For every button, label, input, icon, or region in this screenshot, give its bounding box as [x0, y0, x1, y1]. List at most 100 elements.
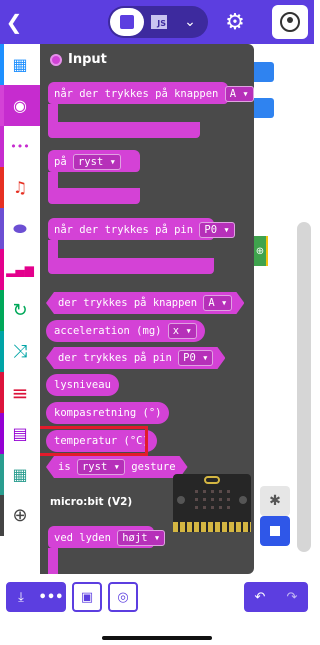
- stop-button[interactable]: [260, 516, 290, 546]
- led: [211, 506, 214, 509]
- section-header: micro:bit (V2): [50, 496, 133, 508]
- bottom-toolbar: ⤓ ••• ▣ ◎ ↶ ↷: [0, 580, 314, 645]
- category-led[interactable]: •••: [0, 126, 40, 167]
- category-arrays[interactable]: ▦: [0, 454, 40, 495]
- axis-dropdown[interactable]: x: [167, 323, 197, 339]
- stop-icon: [270, 526, 280, 536]
- block-body: [48, 104, 58, 122]
- category-input[interactable]: ◉: [0, 85, 40, 126]
- category-toggle[interactable]: ⬬: [0, 208, 40, 249]
- list-icon: ≡: [11, 380, 29, 405]
- block-on-button-pressed[interactable]: når der trykkes på knappen A: [48, 82, 254, 104]
- block-acceleration[interactable]: acceleration (mg) x: [46, 320, 205, 342]
- gesture-dropdown[interactable]: ryst: [72, 154, 121, 170]
- block-button-is-pressed[interactable]: der trykkes på knappen A: [46, 292, 244, 314]
- block-body: [48, 172, 58, 188]
- workspace-scrollbar[interactable]: [297, 222, 311, 552]
- block-footer: [48, 122, 200, 138]
- category-music[interactable]: ♫: [0, 167, 40, 208]
- sim-button-a[interactable]: [177, 496, 185, 504]
- category-logic[interactable]: ⤨: [0, 331, 40, 372]
- shuffle-icon: ⤨: [12, 340, 28, 362]
- pin-dropdown[interactable]: P0: [199, 222, 235, 238]
- header-bar: ❮ JS ⌄ ⚙: [0, 0, 314, 44]
- home-indicator: [102, 636, 212, 640]
- block-label: ved lyden: [54, 532, 111, 544]
- chevron-down-icon[interactable]: ⌄: [180, 11, 200, 33]
- led: [227, 498, 230, 501]
- block-label: der trykkes på knappen: [58, 297, 198, 309]
- block-label: der trykkes på pin: [58, 352, 172, 364]
- highlight-box: [40, 426, 148, 456]
- block-label: acceleration (mg): [54, 325, 162, 337]
- block-label: is: [58, 461, 71, 473]
- user-button[interactable]: [272, 5, 308, 39]
- microbit-simulator[interactable]: [173, 474, 251, 532]
- flyout-title: Input: [50, 52, 107, 67]
- category-variables[interactable]: ≡: [0, 372, 40, 413]
- plus-circle-icon: ⊕: [12, 504, 28, 526]
- download-button[interactable]: ⤓: [6, 582, 36, 612]
- block-footer: [48, 188, 140, 204]
- workspace-block-collapsed[interactable]: ⊕: [254, 236, 268, 266]
- led: [219, 498, 222, 501]
- block-label: lysniveau: [54, 379, 111, 391]
- more-button[interactable]: •••: [36, 582, 66, 612]
- block-pin-is-pressed[interactable]: der trykkes på pin P0: [46, 347, 225, 369]
- block-footer: [48, 258, 214, 274]
- block-light-level[interactable]: lysniveau: [46, 374, 119, 396]
- block-label: når der trykkes på knappen: [54, 88, 219, 100]
- github-button[interactable]: ◎: [108, 582, 138, 612]
- sound-dropdown[interactable]: højt: [117, 530, 166, 546]
- block-on-pin-pressed[interactable]: når der trykkes på pin P0: [48, 218, 235, 240]
- redo-icon: ↷: [286, 589, 298, 605]
- undo-icon: ↶: [254, 589, 266, 605]
- led: [203, 506, 206, 509]
- block-body: [48, 240, 58, 258]
- gear-icon[interactable]: ⚙: [222, 9, 248, 35]
- led: [227, 506, 230, 509]
- led: [211, 490, 214, 493]
- download-icon: ⤓: [18, 589, 24, 605]
- undo-button[interactable]: ↶: [244, 582, 276, 612]
- block-label: på: [54, 156, 67, 168]
- toggle-icon: ⬬: [13, 218, 27, 238]
- blocks-icon: [120, 15, 134, 29]
- category-math[interactable]: ▤: [0, 413, 40, 454]
- redo-button[interactable]: ↷: [276, 582, 308, 612]
- workspace-block-edge: [254, 98, 274, 118]
- sim-button-b[interactable]: [239, 496, 247, 504]
- javascript-editor-button[interactable]: JS: [151, 15, 167, 29]
- headphones-icon: ♫: [12, 177, 28, 197]
- block-label: kompasretning (°): [54, 407, 162, 419]
- blocks-editor-button[interactable]: [110, 8, 144, 36]
- led: [219, 490, 222, 493]
- button-dropdown[interactable]: A: [203, 295, 232, 311]
- category-radio[interactable]: ▂▄▆: [0, 249, 40, 290]
- gesture-dropdown[interactable]: ryst: [77, 459, 125, 475]
- toolbox-categories: ▦ ◉ ••• ♫ ⬬ ▂▄▆ ↻ ⤨ ≡ ▤ ▦ ⊕ ⌄: [0, 44, 40, 617]
- block-compass-heading[interactable]: kompasretning (°): [46, 402, 170, 424]
- block-is-gesture[interactable]: is ryst gesture: [46, 456, 188, 478]
- block-body: [48, 548, 58, 574]
- save-button[interactable]: ▣: [72, 582, 102, 612]
- led: [211, 498, 214, 501]
- led: [195, 498, 198, 501]
- block-on-sound[interactable]: ved lyden højt: [48, 526, 166, 548]
- button-dropdown[interactable]: A: [224, 86, 254, 102]
- bug-icon[interactable]: ✱: [260, 486, 290, 516]
- led: [227, 490, 230, 493]
- save-icon: ▣: [80, 589, 94, 605]
- category-extensions[interactable]: ⊕: [0, 495, 40, 536]
- table-icon: ▦: [12, 464, 28, 484]
- microsoft-logo-icon[interactable]: [36, 11, 58, 33]
- category-basic[interactable]: ▦: [0, 44, 40, 85]
- category-loops[interactable]: ↻: [0, 290, 40, 331]
- led: [195, 506, 198, 509]
- block-on-gesture[interactable]: på ryst: [48, 150, 140, 172]
- pin-dropdown[interactable]: P0: [178, 350, 213, 366]
- led: [195, 490, 198, 493]
- block-label: når der trykkes på pin: [54, 224, 194, 236]
- edge-connector: [173, 522, 251, 532]
- chevron-left-icon[interactable]: ❮: [4, 8, 24, 36]
